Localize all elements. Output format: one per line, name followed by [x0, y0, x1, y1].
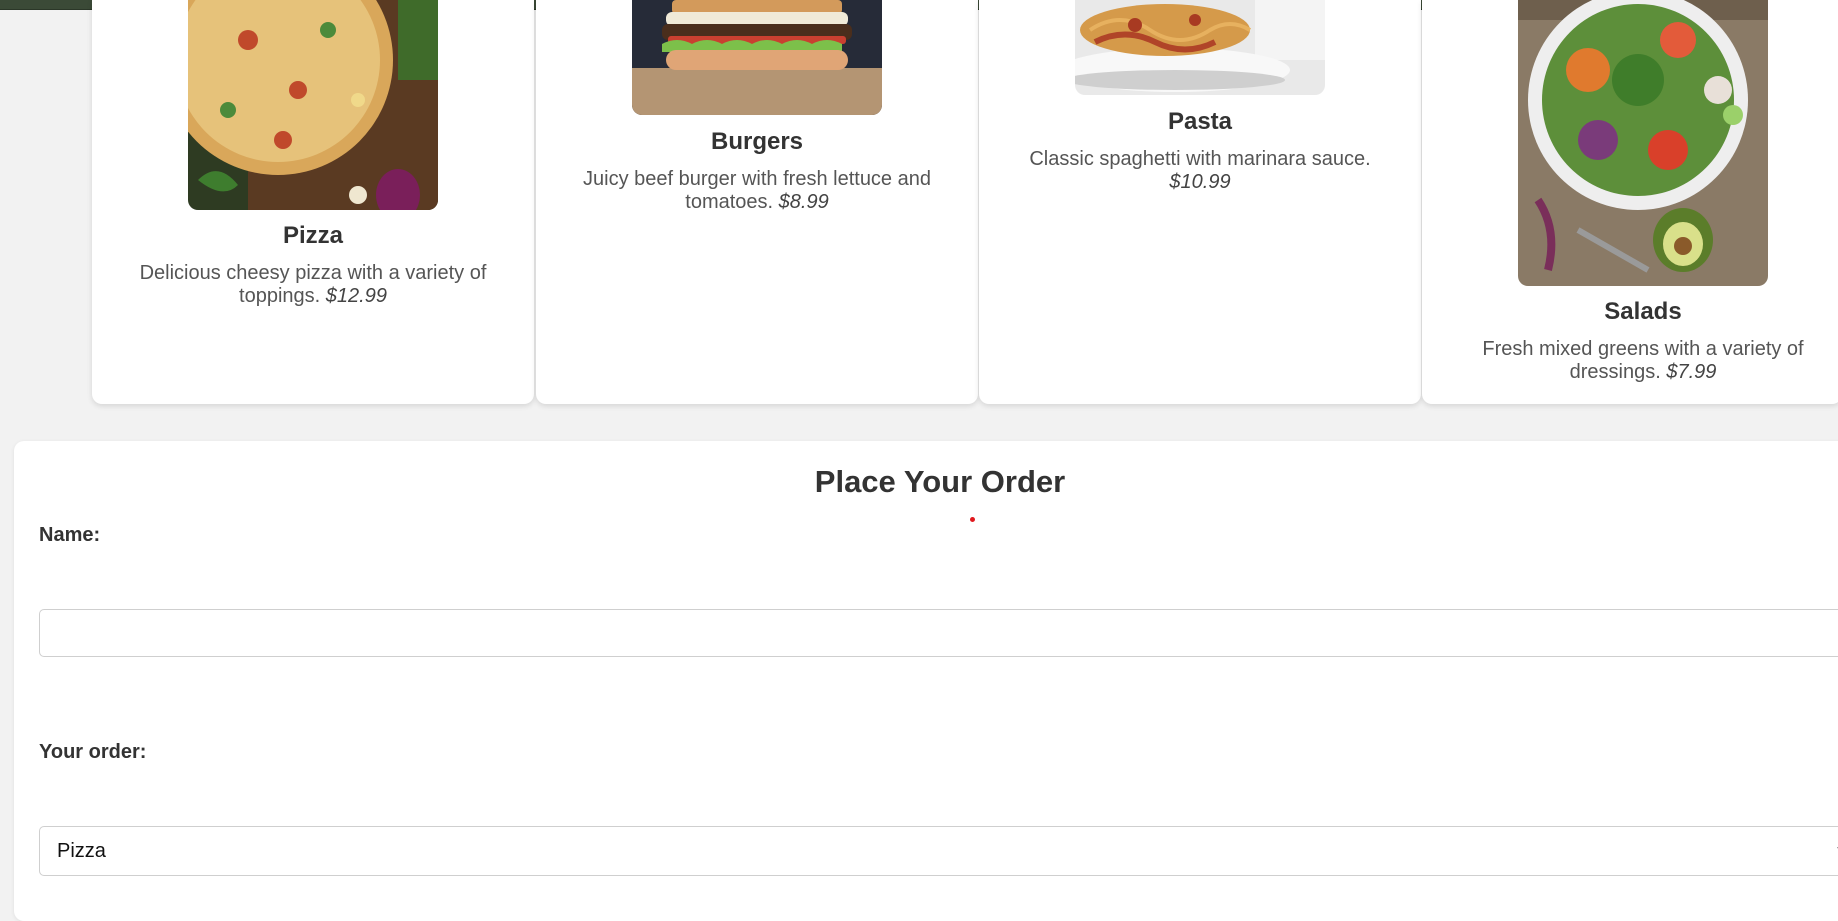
order-form: Place Your Order Name: Your order: Pizza	[14, 441, 1838, 921]
menu-card-pizza: Pizza Delicious cheesy pizza with a vari…	[92, 0, 534, 404]
menu-card-pasta: Pasta Classic spaghetti with marinara sa…	[979, 0, 1421, 404]
salad-image	[1518, 0, 1768, 286]
menu-item-price: $10.99	[1169, 171, 1231, 193]
pasta-image	[1075, 0, 1325, 95]
menu-item-description-text: Juicy beef burger with fresh lettuce and…	[583, 168, 931, 213]
menu-item-description: Juicy beef burger with fresh lettuce and…	[576, 168, 938, 214]
red-dot-marker	[970, 517, 975, 522]
menu-item-price: $8.99	[778, 191, 829, 213]
menu-item-description: Classic spaghetti with marinara sauce. $…	[1019, 148, 1381, 194]
menu-item-price: $12.99	[325, 285, 387, 307]
menu-card-burgers: Burgers Juicy beef burger with fresh let…	[536, 0, 978, 404]
menu-item-description-text: Fresh mixed greens with a variety of dre…	[1482, 338, 1804, 383]
menu-card-salads: Salads Fresh mixed greens with a variety…	[1422, 0, 1838, 404]
menu-item-name: Burgers	[710, 128, 804, 155]
pizza-image	[188, 0, 438, 210]
menu-item-price: $7.99	[1666, 361, 1717, 383]
menu-item-description: Fresh mixed greens with a variety of dre…	[1462, 338, 1824, 384]
order-label: Your order:	[39, 741, 147, 763]
menu-item-name: Pizza	[282, 222, 344, 249]
menu-item-description-text: Delicious cheesy pizza with a variety of…	[139, 262, 487, 307]
burger-image	[632, 0, 882, 115]
menu-item-description: Delicious cheesy pizza with a variety of…	[132, 262, 494, 308]
order-select-value: Pizza	[57, 839, 106, 862]
menu-item-name: Pasta	[1167, 108, 1233, 135]
order-select[interactable]: Pizza	[39, 826, 1838, 876]
menu-item-description-text: Classic spaghetti with marinara sauce.	[1029, 148, 1371, 170]
order-form-title: Place Your Order	[814, 464, 1066, 499]
name-label: Name:	[39, 524, 101, 546]
name-input[interactable]	[39, 609, 1838, 657]
menu-item-name: Salads	[1604, 298, 1682, 325]
